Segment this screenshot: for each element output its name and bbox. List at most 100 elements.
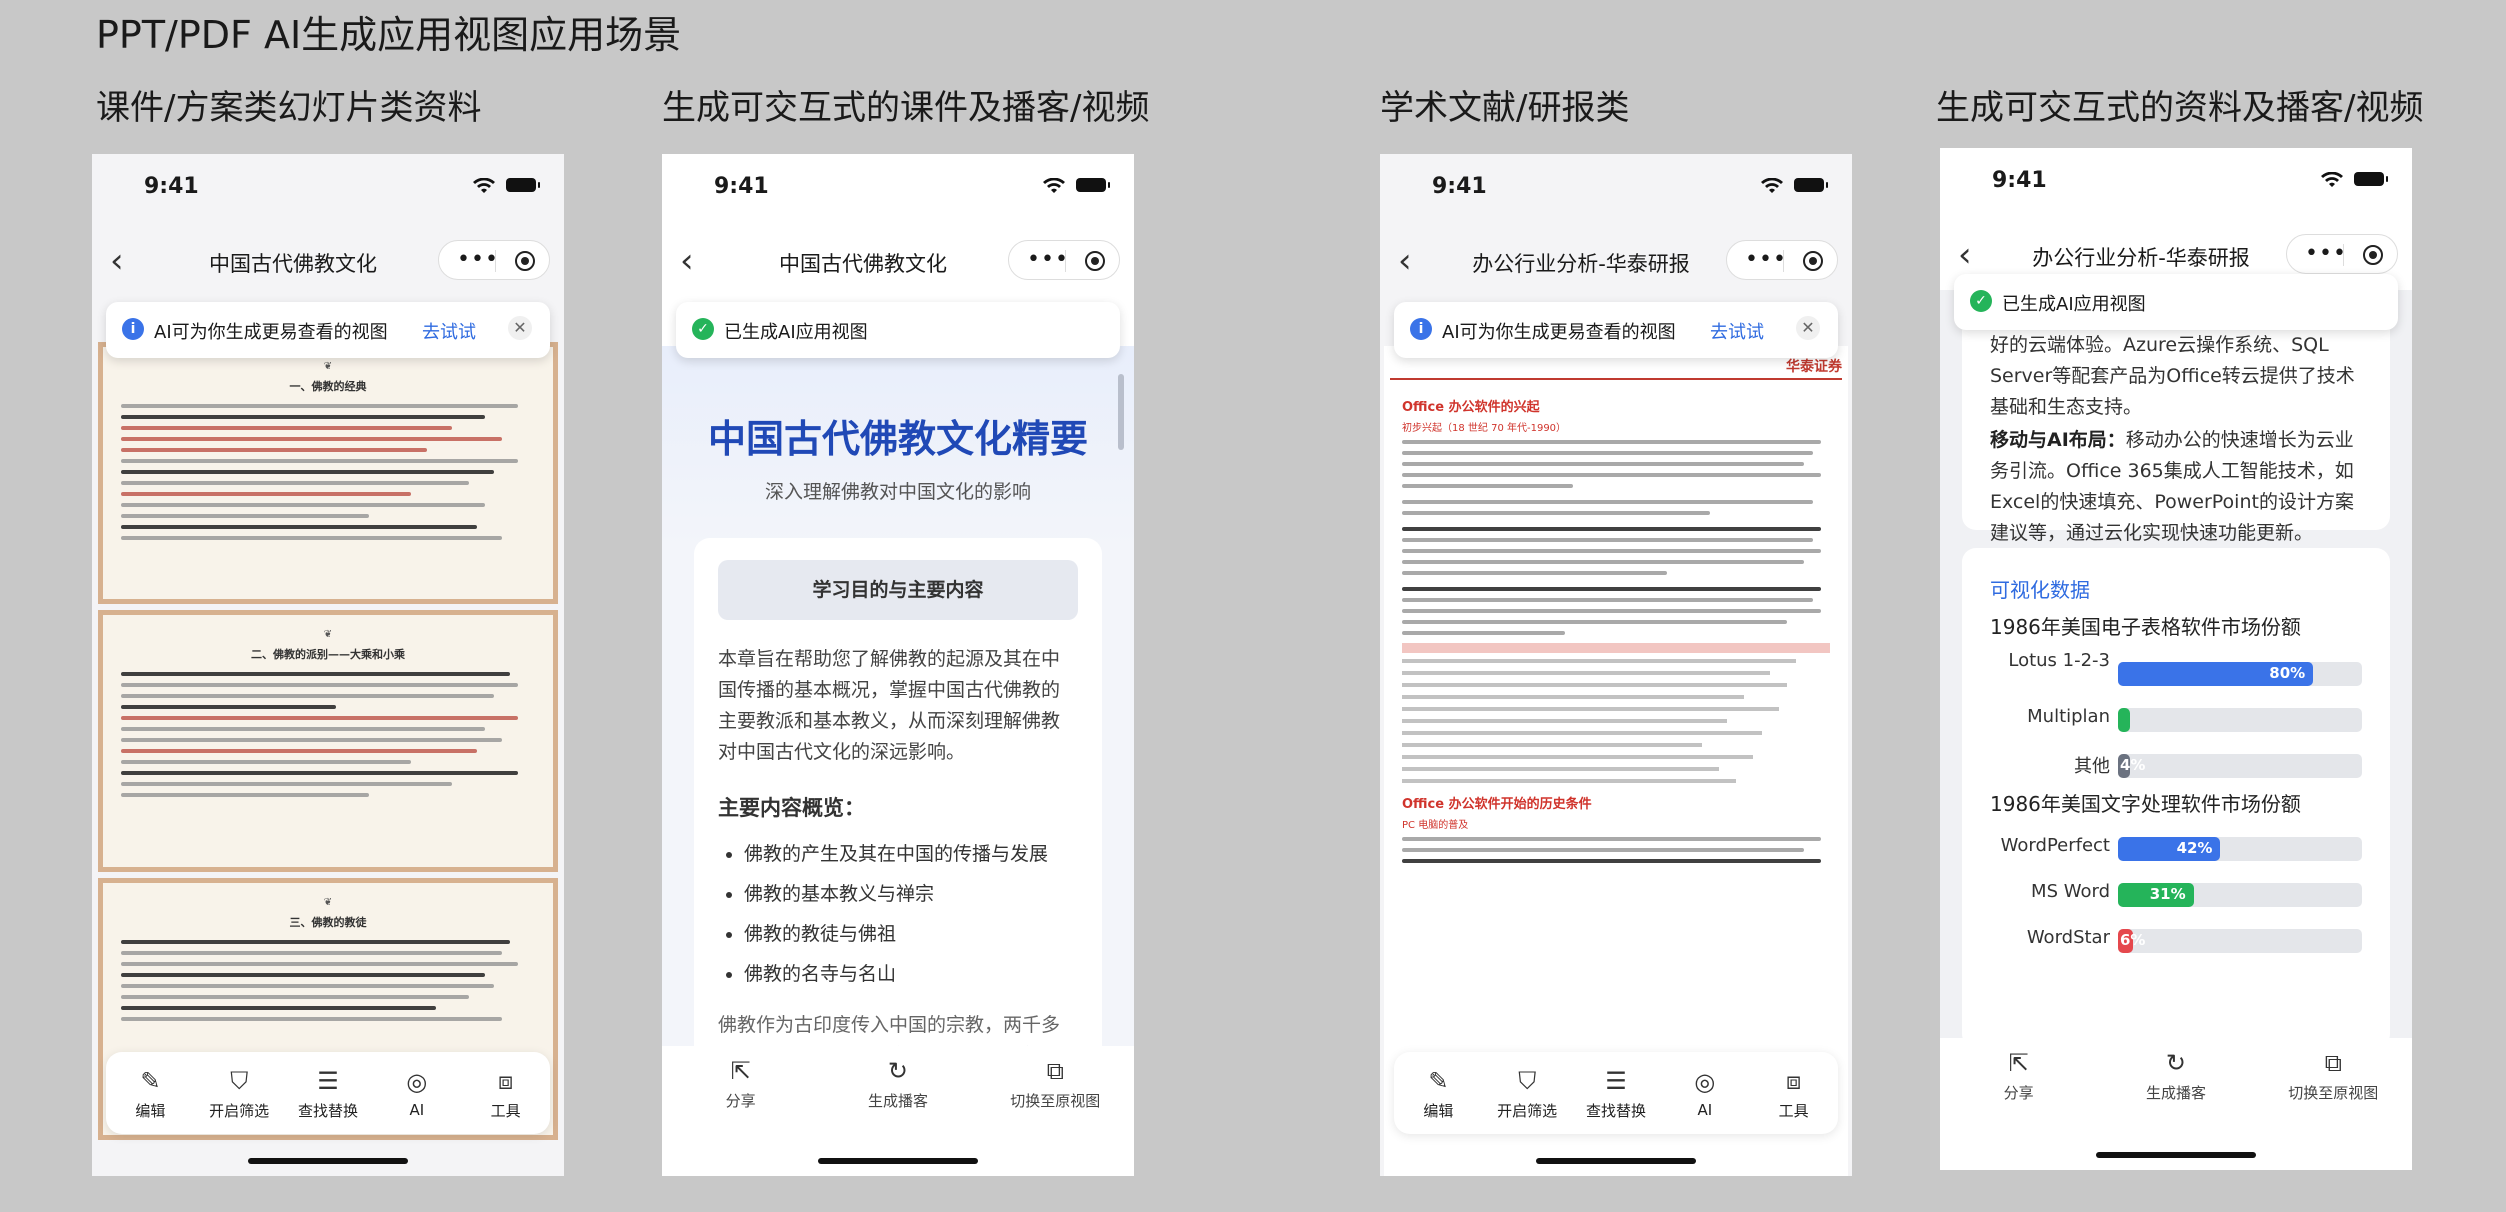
try-button[interactable]: 去试试 <box>422 318 476 344</box>
ai-button[interactable]: ◎ AI <box>377 1067 457 1119</box>
bar-chart-wordprocessor: WordPerfect 42% MS Word 31% WordStar 6% <box>1962 825 2390 963</box>
report-heading: Office 办公软件的兴起 <box>1402 400 1540 415</box>
bar-row: WordStar 6% <box>1962 917 2390 963</box>
info-icon: i <box>1410 318 1432 340</box>
more-icon[interactable]: ••• <box>2305 241 2347 266</box>
close-icon[interactable]: ✕ <box>508 316 532 340</box>
generated-toast: ✓ 已生成AI应用视图 <box>676 302 1120 358</box>
back-icon[interactable]: ‹ <box>1958 238 1972 272</box>
close-icon[interactable]: ✕ <box>1796 316 1820 340</box>
slide-scan-1: 一、佛教的经典 <box>98 342 558 604</box>
list-item: 佛教的名寺与名山 <box>744 954 1078 994</box>
bar-label: MS Word <box>2031 881 2110 902</box>
check-icon: ✓ <box>692 318 714 340</box>
find-replace-button[interactable]: ☰ 查找替换 <box>288 1066 368 1121</box>
phone-report-original: 9:41 ‹ 办公行业分析-华泰研报 ••• i AI可为你生成更易查看的视图 … <box>1380 154 1852 1176</box>
column-title-2: 生成可交互式的课件及播客/视频 <box>662 88 1150 128</box>
bottom-toolbar: ✎ 编辑 ⛉ 开启筛选 ☰ 查找替换 ◎ AI ⧈ 工具 <box>1394 1052 1838 1134</box>
bar-track: 80% <box>2118 662 2362 686</box>
share-icon: ⇱ <box>2008 1049 2029 1077</box>
bottom-toolbar: ✎ 编辑 ⛉ 开启筛选 ☰ 查找替换 ◎ AI ⧈ 工具 <box>106 1052 550 1134</box>
column-title-4: 生成可交互式的资料及播客/视频 <box>1936 88 2424 128</box>
share-button[interactable]: ⇱ 分享 <box>1964 1048 2074 1103</box>
bar-row: Lotus 1-2-3 80% <box>1962 650 2390 696</box>
ai-layout-label: 移动与AI布局： <box>1990 429 2126 451</box>
status-time: 9:41 <box>144 174 199 199</box>
switch-original-button[interactable]: ⧉ 切换至原视图 <box>1000 1056 1110 1111</box>
scrollbar[interactable] <box>1118 374 1124 450</box>
share-button[interactable]: ⇱ 分享 <box>686 1056 796 1111</box>
slide-title: 一、佛教的经典 <box>121 361 535 394</box>
toast-message: AI可为你生成更易查看的视图 <box>154 322 388 343</box>
more-icon[interactable]: ••• <box>1027 247 1069 272</box>
find-replace-button[interactable]: ☰ 查找替换 <box>1576 1066 1656 1121</box>
tools-button[interactable]: ⧈ 工具 <box>466 1066 546 1121</box>
edit-button[interactable]: ✎ 编辑 <box>1398 1066 1478 1121</box>
status-bar: 9:41 <box>92 154 564 226</box>
switch-original-button[interactable]: ⧉ 切换至原视图 <box>2278 1048 2388 1103</box>
close-target-icon[interactable] <box>1085 251 1105 271</box>
list-item: 佛教的教徒与佛祖 <box>744 914 1078 954</box>
generated-toast: ✓ 已生成AI应用视图 <box>1954 274 2398 330</box>
find-replace-icon: ☰ <box>317 1066 339 1095</box>
ai-button[interactable]: ◎ AI <box>1665 1067 1745 1119</box>
nav-title: 中国古代佛教文化 <box>209 252 377 276</box>
toolbox-icon: ⧈ <box>1785 1066 1802 1095</box>
filter-button[interactable]: ⛉ 开启筛选 <box>1487 1066 1567 1121</box>
close-target-icon[interactable] <box>2363 245 2383 265</box>
bar-fill: 4% <box>2118 754 2145 778</box>
bar-fill <box>2118 708 2131 732</box>
mini-program-capsule: ••• <box>1008 240 1120 280</box>
find-replace-icon: ☰ <box>1605 1066 1627 1095</box>
mini-program-capsule: ••• <box>438 240 550 280</box>
battery-icon <box>2354 172 2388 186</box>
bar-label: WordPerfect <box>2000 835 2110 856</box>
bar-fill: 80% <box>2118 662 2314 686</box>
back-icon[interactable]: ‹ <box>1398 244 1412 278</box>
wifi-icon <box>2321 172 2343 187</box>
report-header: 华泰证券 <box>1390 356 1842 380</box>
bar-label: Lotus 1-2-3 <box>2008 650 2110 671</box>
switch-view-icon: ⧉ <box>1046 1057 1064 1085</box>
wifi-icon <box>1761 178 1783 193</box>
mini-program-capsule: ••• <box>2286 234 2398 274</box>
bar-track: 31% <box>2118 883 2362 907</box>
visualization-card: 可视化数据 1986年美国电子表格软件市场份额 Lotus 1-2-3 80% Mu… <box>1962 548 2390 1048</box>
back-icon[interactable]: ‹ <box>680 244 694 278</box>
back-icon[interactable]: ‹ <box>110 244 124 278</box>
close-target-icon[interactable] <box>1803 251 1823 271</box>
generate-podcast-button[interactable]: ↻ 生成播客 <box>2121 1048 2231 1103</box>
more-icon[interactable]: ••• <box>457 247 499 272</box>
nav-bar: ‹ 中国古代佛教文化 ••• <box>92 226 564 296</box>
bar-value-label: 42% <box>2176 839 2213 857</box>
refresh-icon: ↻ <box>2165 1049 2187 1077</box>
status-bar: 9:41 <box>662 154 1134 226</box>
phone-course-original: 9:41 ‹ 中国古代佛教文化 ••• i AI可为你生成更易查看的视图 去试试… <box>92 154 564 1176</box>
slide-scan-2: 二、佛教的派别——大乘和小乘 <box>98 610 558 872</box>
list-item: 佛教的基本教义与禅宗 <box>744 874 1078 914</box>
bottom-toolbar: ⇱ 分享 ↻ 生成播客 ⧉ 切换至原视图 <box>1940 1038 2412 1130</box>
filter-button[interactable]: ⛉ 开启筛选 <box>199 1066 279 1121</box>
check-icon: ✓ <box>1970 290 1992 312</box>
bar-value-label: 80% <box>2269 664 2306 682</box>
filter-icon: ⛉ <box>230 1066 249 1095</box>
tools-button[interactable]: ⧈ 工具 <box>1754 1066 1834 1121</box>
column-title-1: 课件/方案类幻灯片类资料 <box>96 88 482 128</box>
battery-icon <box>1076 178 1110 192</box>
home-indicator <box>2096 1152 2256 1158</box>
toast-message: AI可为你生成更易查看的视图 <box>1442 322 1676 343</box>
edit-button[interactable]: ✎ 编辑 <box>110 1066 190 1121</box>
battery-icon <box>1794 178 1828 192</box>
toolbox-icon: ⧈ <box>497 1066 514 1095</box>
more-icon[interactable]: ••• <box>1745 247 1787 272</box>
bar-fill: 42% <box>2118 837 2221 861</box>
bar-track: 6% <box>2118 929 2362 953</box>
viz-label: 可视化数据 <box>1990 578 2090 602</box>
close-target-icon[interactable] <box>515 251 535 271</box>
home-indicator <box>248 1158 408 1164</box>
try-button[interactable]: 去试试 <box>1710 318 1764 344</box>
toast-message: 已生成AI应用视图 <box>2002 294 2146 315</box>
bar-fill: 6% <box>2118 929 2145 953</box>
bar-row: WordPerfect 42% <box>1962 825 2390 871</box>
generate-podcast-button[interactable]: ↻ 生成播客 <box>843 1056 953 1111</box>
